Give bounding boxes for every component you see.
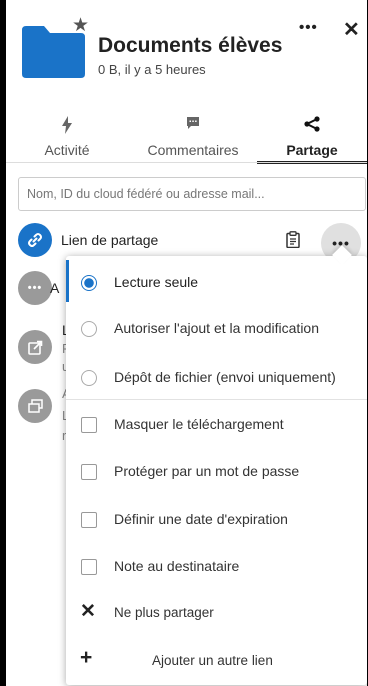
header-menu-button[interactable]: ••• bbox=[299, 20, 318, 35]
option-password-protect[interactable]: Protéger par un mot de passe bbox=[66, 452, 367, 492]
tab-sharing[interactable]: Partage bbox=[257, 108, 367, 164]
external-link-icon bbox=[27, 340, 42, 355]
checkbox-note-recipient[interactable] bbox=[81, 559, 97, 575]
bolt-icon bbox=[22, 116, 112, 138]
radio-file-drop[interactable] bbox=[81, 370, 97, 386]
windows-icon bbox=[27, 399, 43, 413]
radio-allow-edit[interactable] bbox=[81, 321, 97, 337]
radio-read-only[interactable] bbox=[81, 275, 97, 291]
share-options-popover: Lecture seule Autoriser l'ajout et la mo… bbox=[66, 256, 367, 685]
file-subtitle: 0 B, il y a 5 heures bbox=[98, 62, 206, 77]
option-expiration-date[interactable]: Définir une date d'expiration bbox=[66, 500, 367, 540]
mail-share-avatar bbox=[18, 389, 52, 423]
close-icon[interactable]: ✕ bbox=[343, 20, 360, 40]
favorite-star-icon[interactable]: ★ bbox=[72, 16, 89, 35]
tabs-divider bbox=[6, 162, 367, 163]
option-hide-download[interactable]: Masquer le téléchargement bbox=[66, 405, 367, 445]
add-link-button[interactable]: + Ajouter un autre lien bbox=[66, 641, 367, 681]
link-icon bbox=[28, 233, 42, 247]
sidebar-header: ★ Documents élèves 0 B, il y a 5 heures … bbox=[6, 0, 367, 100]
option-allow-edit[interactable]: Autoriser l'ajout et la modification bbox=[66, 309, 367, 349]
close-icon: ✕ bbox=[80, 601, 96, 622]
option-file-drop[interactable]: Dépôt de fichier (envoi uniquement) bbox=[66, 358, 367, 398]
comment-icon bbox=[134, 116, 252, 138]
share-icon bbox=[257, 116, 367, 138]
tab-comments[interactable]: Commentaires bbox=[134, 108, 252, 164]
option-read-only[interactable]: Lecture seule bbox=[66, 263, 367, 303]
checkbox-password-protect[interactable] bbox=[81, 464, 97, 480]
more-avatar: ••• bbox=[18, 271, 52, 305]
share-row-2-text: A bbox=[50, 280, 60, 296]
checkbox-hide-download[interactable] bbox=[81, 417, 97, 433]
plus-icon: + bbox=[80, 646, 93, 669]
external-share-avatar bbox=[18, 330, 52, 364]
checkbox-expiration-date[interactable] bbox=[81, 512, 97, 528]
tab-activity[interactable]: Activité bbox=[22, 108, 112, 164]
sidebar-tabs: Activité Commentaires Partage bbox=[6, 108, 367, 164]
link-avatar bbox=[18, 223, 52, 257]
option-note-recipient[interactable]: Note au destinataire bbox=[66, 547, 367, 587]
menu-separator bbox=[66, 399, 367, 400]
share-link-row: Lien de partage ••• bbox=[18, 223, 361, 263]
file-title: Documents élèves bbox=[98, 34, 283, 57]
clipboard-icon[interactable] bbox=[286, 231, 300, 253]
left-frame-border bbox=[0, 0, 6, 686]
share-link-label: Lien de partage bbox=[61, 232, 159, 248]
unshare-button[interactable]: ✕ Ne plus partager bbox=[66, 594, 367, 634]
share-search-input[interactable] bbox=[18, 177, 366, 211]
